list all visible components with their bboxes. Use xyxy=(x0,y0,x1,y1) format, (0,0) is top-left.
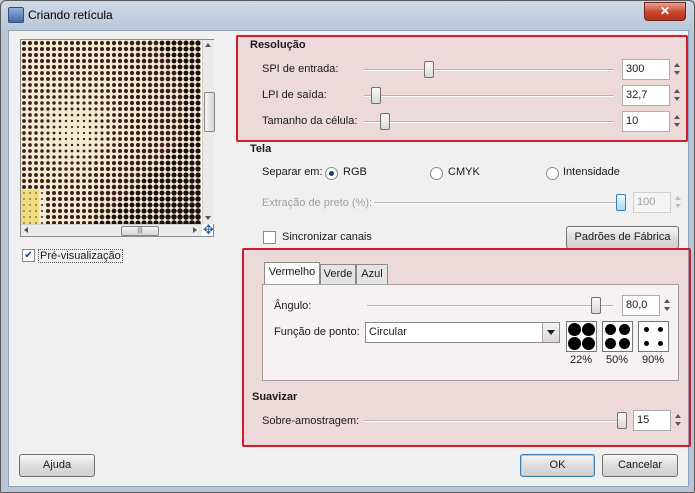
preview-hscrollbar[interactable]: ||| xyxy=(21,224,202,236)
dot-pattern-22 xyxy=(566,321,597,352)
dot-pattern-90 xyxy=(638,321,669,352)
radio-cmyk[interactable] xyxy=(430,167,443,180)
ok-button[interactable]: OK xyxy=(520,454,595,477)
preview-vscroll-up[interactable] xyxy=(205,43,211,47)
spi-label: SPI de entrada: xyxy=(262,63,339,75)
tab-vermelho[interactable]: Vermelho xyxy=(264,262,320,284)
sobre-amostragem-label: Sobre-amostragem: xyxy=(262,415,360,427)
chevron-down-icon[interactable] xyxy=(542,323,559,342)
extracao-label: Extração de preto (%): xyxy=(262,197,373,209)
preview-vscrollbar[interactable] xyxy=(202,40,215,224)
cell-size-label: Tamanho da célula: xyxy=(262,115,358,127)
lpi-label: LPI de saída: xyxy=(262,89,327,101)
angulo-slider-track[interactable] xyxy=(367,305,613,307)
dialog-client: ||| ✥ ✔ Pré-visualização Resolução SPI d… xyxy=(8,30,691,487)
cell-size-input[interactable]: 10 xyxy=(622,111,680,132)
lpi-slider-thumb[interactable] xyxy=(371,87,381,104)
funcao-label: Função de ponto: xyxy=(274,326,360,338)
radio-intensidade-label[interactable]: Intensidade xyxy=(563,166,620,178)
preview-vscroll-thumb[interactable] xyxy=(204,92,215,132)
spi-stepper[interactable] xyxy=(671,60,682,79)
radio-rgb[interactable] xyxy=(325,167,338,180)
spi-slider-track[interactable] xyxy=(364,69,614,71)
app-icon xyxy=(8,7,24,23)
swatch-label-90: 90% xyxy=(641,354,665,366)
spi-input[interactable]: 300 xyxy=(622,59,680,80)
funcao-select[interactable]: Circular xyxy=(365,322,560,343)
extracao-input[interactable]: 100 xyxy=(633,192,681,213)
spi-slider-thumb[interactable] xyxy=(424,61,434,78)
dialog-window: Criando retícula ✕ ||| ✥ ✔ Pré-visualiza… xyxy=(0,0,695,493)
close-button[interactable]: ✕ xyxy=(644,2,686,21)
tab-azul[interactable]: Azul xyxy=(356,264,388,284)
angulo-slider-thumb[interactable] xyxy=(591,297,601,314)
funcao-select-value: Circular xyxy=(369,326,407,338)
channel-tabs: Vermelho Verde Azul xyxy=(264,262,684,286)
resolucao-heading: Resolução xyxy=(250,39,306,51)
separar-label: Separar em: xyxy=(262,166,323,178)
lpi-input[interactable]: 32,7 xyxy=(622,85,680,106)
angulo-label: Ângulo: xyxy=(274,300,312,312)
radio-rgb-label[interactable]: RGB xyxy=(343,166,367,178)
sobre-amostragem-input[interactable]: 15 xyxy=(633,410,681,431)
window-title: Criando retícula xyxy=(28,8,113,22)
extracao-slider-track[interactable] xyxy=(374,202,616,204)
angulo-stepper[interactable] xyxy=(661,296,672,315)
suavizar-heading: Suavizar xyxy=(252,391,298,403)
padroes-fabrica-button[interactable]: Padrões de Fábrica xyxy=(566,226,679,249)
preview-image xyxy=(21,40,201,224)
swatch-label-50: 50% xyxy=(605,354,629,366)
lpi-stepper[interactable] xyxy=(671,86,682,105)
sincronizar-checkbox[interactable] xyxy=(263,231,276,244)
sobre-amostragem-slider-thumb[interactable] xyxy=(617,412,627,429)
move-icon[interactable]: ✥ xyxy=(203,223,215,236)
preview-hscroll-right[interactable] xyxy=(193,227,197,233)
sobre-amostragem-slider-track[interactable] xyxy=(365,420,625,422)
extracao-stepper[interactable] xyxy=(672,193,683,212)
extracao-slider-thumb[interactable] xyxy=(616,194,626,211)
preview-checkbox-label[interactable]: Pré-visualização xyxy=(38,249,123,263)
tab-verde[interactable]: Verde xyxy=(320,264,356,284)
dot-pattern-50 xyxy=(602,321,633,352)
swatch-label-22: 22% xyxy=(569,354,593,366)
lpi-slider-track[interactable] xyxy=(364,95,614,97)
tela-heading: Tela xyxy=(250,143,272,155)
preview-hscroll-thumb[interactable]: ||| xyxy=(121,226,159,236)
radio-intensidade[interactable] xyxy=(546,167,559,180)
preview-checkbox[interactable]: ✔ xyxy=(22,249,35,262)
sincronizar-label[interactable]: Sincronizar canais xyxy=(282,231,372,243)
cell-size-slider-thumb[interactable] xyxy=(380,113,390,130)
cell-size-slider-track[interactable] xyxy=(364,121,614,123)
help-button[interactable]: Ajuda xyxy=(19,454,95,477)
preview-hscroll-left[interactable] xyxy=(24,227,28,233)
title-bar: Criando retícula ✕ xyxy=(1,1,694,29)
sobre-amostragem-stepper[interactable] xyxy=(672,411,683,430)
cancel-button[interactable]: Cancelar xyxy=(602,454,678,477)
preview-frame: ||| ✥ xyxy=(20,39,215,237)
preview-vscroll-down[interactable] xyxy=(205,216,211,220)
radio-cmyk-label[interactable]: CMYK xyxy=(448,166,480,178)
cell-size-stepper[interactable] xyxy=(671,112,682,131)
angulo-input[interactable]: 80,0 xyxy=(622,295,670,316)
